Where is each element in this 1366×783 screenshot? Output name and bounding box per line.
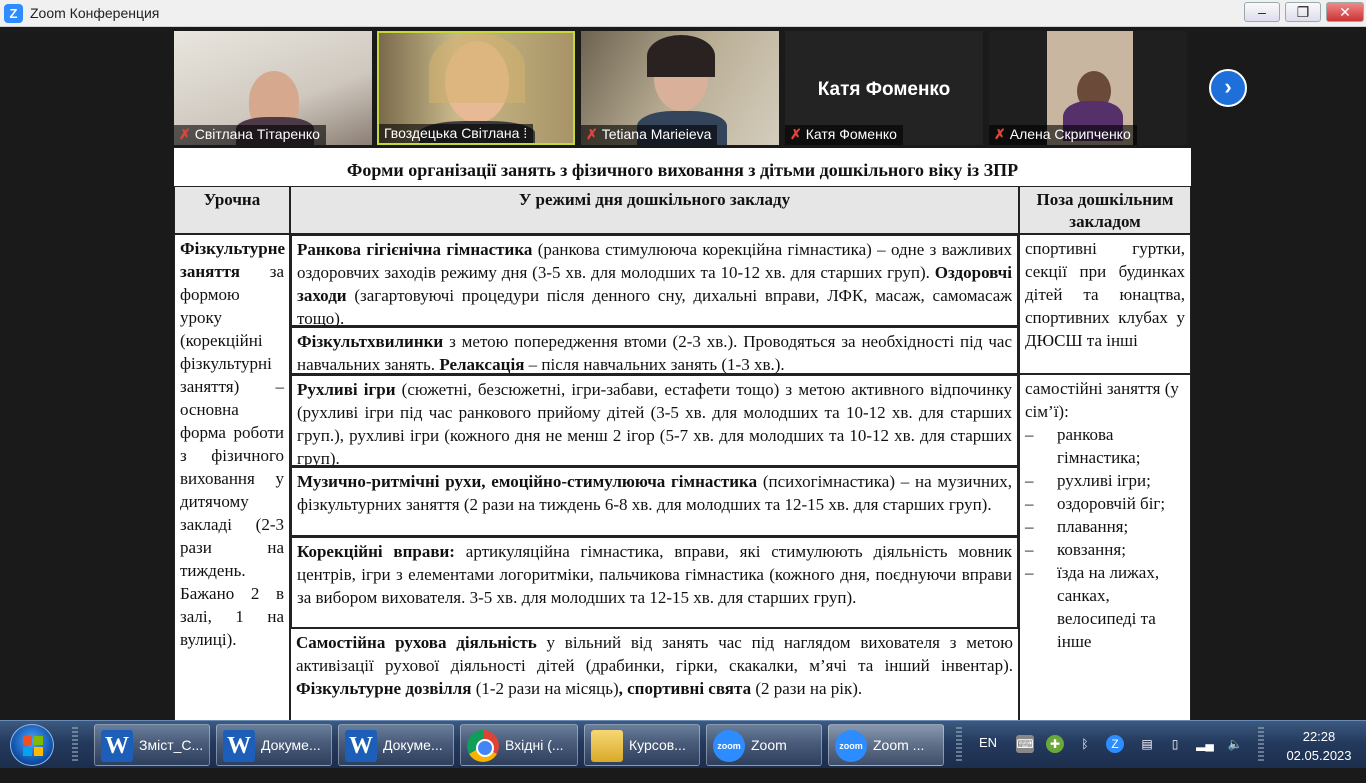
security-icon[interactable]: ✚ [1046, 735, 1064, 753]
mic-muted-icon: ✗ [994, 126, 1006, 142]
row-text: – після навчальних занять (1-3 хв.). [524, 355, 785, 374]
row-text: (1-2 рази на місяць) [471, 679, 619, 698]
title-bar: Z Zoom Конференция – ❐ ✕ [0, 0, 1366, 27]
close-button[interactable]: ✕ [1326, 2, 1364, 22]
taskbar-item-active[interactable]: zoom Zoom ... [828, 724, 944, 766]
zoom-icon: Z [4, 4, 23, 23]
taskbar: W Зміст_С... W Докуме... W Докуме... Вхі… [0, 720, 1366, 768]
device-icon[interactable]: ▯ [1166, 735, 1184, 753]
participant-name: ✗ Алена Скрипченко [989, 125, 1137, 145]
taskbar-item[interactable]: W Зміст_С... [94, 724, 210, 766]
row-bold: Фізкультурне дозвілля [296, 679, 472, 698]
taskbar-grip [956, 727, 962, 763]
taskbar-item[interactable]: W Докуме... [338, 724, 454, 766]
start-button[interactable] [10, 724, 54, 766]
col1-text: за формою уроку (корекційні фізкультурні… [180, 262, 284, 649]
bluetooth-icon[interactable]: ᛒ [1076, 735, 1094, 753]
clock-date: 02.05.2023 [1286, 748, 1352, 763]
participant-tile[interactable]: ✗ Tetiana Marieieva [581, 31, 779, 145]
language-indicator[interactable]: EN [979, 735, 997, 783]
row-cell: Самостійна рухова діяльність у вільний в… [290, 628, 1019, 722]
list-item: оздоровчій біг; [1025, 492, 1185, 515]
clock[interactable]: 22:28 02.05.2023 [1284, 727, 1354, 765]
shared-document: Форми організації занять з фізичного вих… [174, 148, 1191, 722]
mic-muted-icon: ✗ [586, 126, 598, 142]
activity-list: ранкова гімнастика; рухливі ігри; оздоро… [1025, 423, 1185, 653]
row-cell: Корекційні вправи: артикуляційна гімнаст… [290, 536, 1019, 628]
row-text: (сюжетні, безсюжетні, ігри-забави, естаф… [297, 380, 1012, 468]
clock-time: 22:28 [1302, 729, 1336, 744]
list-item: ковзання; [1025, 538, 1185, 561]
row-cell: Музично-ритмічні рухи, емоційно-стимулюю… [290, 466, 1019, 536]
row-text: (загартовуючі процедури після денного сн… [297, 286, 1012, 328]
taskbar-item[interactable]: W Докуме... [216, 724, 332, 766]
word-icon: W [223, 730, 255, 762]
list-item: ранкова гімнастика; [1025, 423, 1185, 469]
zoom-icon: zoom [713, 730, 745, 762]
windows-logo-icon [23, 736, 43, 756]
mic-muted-icon: ✗ [790, 126, 802, 142]
col3-intro: самостійні заняття (у сім’ї): [1025, 379, 1179, 421]
volume-icon[interactable]: 🔈 [1226, 735, 1244, 753]
window-title: Zoom Конференция [30, 5, 160, 21]
col3-bottom-cell: самостійні заняття (у сім’ї): ранкова гі… [1019, 374, 1191, 722]
maximize-button[interactable]: ❐ [1285, 2, 1321, 22]
participant-name: Гвоздецька Світлана ⁞ [379, 124, 534, 143]
taskbar-grip [1258, 727, 1264, 763]
zoom-icon: zoom [835, 730, 867, 762]
list-item: плавання; [1025, 515, 1185, 538]
row-bold: Релаксація [439, 355, 525, 374]
folder-icon [591, 730, 623, 762]
taskbar-item[interactable]: zoom Zoom [706, 724, 822, 766]
participant-name: ✗ Катя Фоменко [785, 125, 903, 145]
word-icon: W [345, 730, 377, 762]
mic-muted-icon: ✗ [179, 126, 191, 142]
col3-top-cell: спортивні гуртки, секції при будинках ді… [1019, 234, 1191, 374]
participant-name: ✗ Tetiana Marieieva [581, 125, 718, 145]
row-bold: Ранкова гігієнічна гімнастика [297, 240, 533, 259]
row-cell: Фізкультхвилинки з метою попередження вт… [290, 326, 1019, 374]
signal-icon[interactable]: ▂▄ [1196, 735, 1214, 753]
col3-top-text: спортивні гуртки, секції при будинках ді… [1025, 239, 1185, 350]
word-icon: W [101, 730, 133, 762]
list-item: їзда на лижах, санках, велосипеді та інш… [1025, 561, 1185, 653]
zoom-tray-icon[interactable]: Z [1106, 735, 1124, 753]
minimize-button[interactable]: – [1244, 2, 1280, 22]
row-bold: Музично-ритмічні рухи, емоційно-стимулюю… [297, 472, 758, 491]
header-col1: Урочна [174, 186, 290, 234]
participant-tile[interactable]: ✗ Алена Скрипченко [989, 31, 1187, 145]
taskbar-grip [72, 727, 78, 763]
header-col2: У режимі дня дошкільного закладу [290, 186, 1019, 234]
taskbar-item[interactable]: Вхідні (... [460, 724, 578, 766]
participant-name: ✗ Світлана Тітаренко [174, 125, 326, 145]
row-bold: Рухливі ігри [297, 380, 396, 399]
chrome-icon [467, 730, 499, 762]
list-item: рухливі ігри; [1025, 469, 1185, 492]
network-icon[interactable]: ▤ [1138, 735, 1156, 753]
row-cell: Рухливі ігри (сюжетні, безсюжетні, ігри-… [290, 374, 1019, 468]
row-cell: Ранкова гігієнічна гімнастика (ранкова с… [290, 234, 1019, 328]
row-bold: , спортивні свята [618, 679, 752, 698]
next-page-icon[interactable]: › [1209, 69, 1247, 107]
participant-tile[interactable]: Катя Фоменко ✗ Катя Фоменко [785, 31, 983, 145]
participant-tile[interactable]: ✗ Світлана Тітаренко [174, 31, 372, 145]
document-title: Форми організації занять з фізичного вих… [346, 160, 1019, 180]
row-text: (2 рази на рік). [751, 679, 863, 698]
keyboard-icon[interactable]: ⌨ [1016, 735, 1034, 753]
header-col3: Поза дошкільним закладом [1019, 186, 1191, 234]
row-bold: Фізкультхвилинки [297, 332, 444, 351]
participant-display-name: Катя Фоменко [817, 79, 951, 100]
row-bold: Корекційні вправи: [297, 542, 455, 561]
row-bold: Самостійна рухова діяльність [296, 633, 537, 652]
video-strip: ✗ Світлана Тітаренко Гвоздецька Світлана … [0, 27, 1366, 147]
participant-tile-active[interactable]: Гвоздецька Світлана ⁞ [377, 31, 575, 145]
col1-cell: Фізкультурне заняття за формою уроку (ко… [174, 234, 290, 722]
taskbar-item[interactable]: Курсов... [584, 724, 700, 766]
